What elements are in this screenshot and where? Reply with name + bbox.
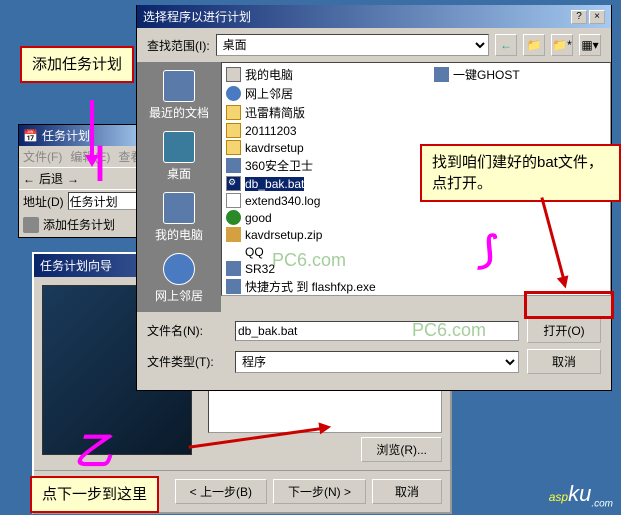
watermark: PC6.com: [272, 250, 346, 271]
title-text: 任务计划: [42, 127, 90, 144]
file-item[interactable]: 我的电脑: [224, 65, 608, 84]
add-task-item[interactable]: 添加任务计划: [19, 212, 147, 237]
place-computer[interactable]: 我的电脑: [141, 188, 217, 247]
file-icon: [226, 158, 241, 173]
squiggle-1: |: [94, 140, 105, 183]
file-icon: [226, 244, 241, 259]
file-item[interactable]: 迅雷精简版: [224, 103, 608, 122]
file-icon: [226, 176, 241, 191]
add-task-icon: [23, 217, 39, 233]
file-icon: [226, 210, 241, 225]
close-icon[interactable]: ×: [589, 10, 605, 24]
file-icon: [226, 86, 241, 101]
window-title: 📅 任务计划: [19, 125, 147, 146]
file-icon: [226, 67, 241, 82]
file-icon: [226, 227, 241, 242]
address-bar: 地址(D): [19, 189, 147, 212]
file-icon: [434, 67, 449, 82]
back-icon[interactable]: ←: [495, 34, 517, 56]
address-label: 地址(D): [23, 193, 64, 210]
place-desktop[interactable]: 桌面: [141, 127, 217, 186]
aspku-logo: aspku.com: [549, 481, 613, 509]
filename-label: 文件名(N):: [147, 322, 227, 339]
callout-next-step: 点下一步到这里: [30, 476, 159, 513]
calendar-icon: 📅: [23, 129, 38, 143]
dialog-title: 选择程序以进行计划: [143, 8, 251, 25]
file-icon: [226, 140, 241, 155]
help-icon[interactable]: ?: [571, 10, 587, 24]
cancel-button[interactable]: 取消: [372, 479, 442, 504]
cancel-button[interactable]: 取消: [527, 349, 601, 374]
toolbar: ← 后退 →: [19, 167, 147, 189]
squiggle-3: ⟆: [478, 228, 493, 273]
places-bar: 最近的文档 桌面 我的电脑 网上邻居: [137, 62, 221, 312]
up-icon[interactable]: 📁: [523, 34, 545, 56]
watermark: PC6.com: [412, 320, 486, 341]
back-icon[interactable]: ←: [23, 172, 35, 186]
lookin-label: 查找范围(I):: [147, 37, 210, 54]
forward-icon[interactable]: →: [67, 172, 79, 186]
file-item[interactable]: 一键GHOST: [432, 65, 522, 84]
squiggle-2: 乙: [74, 420, 112, 475]
file-icon: [226, 105, 241, 120]
file-item[interactable]: 20111203: [224, 122, 608, 139]
new-folder-icon[interactable]: 📁*: [551, 34, 573, 56]
open-button[interactable]: 打开(O): [527, 318, 601, 343]
dialog-title-bar: 选择程序以进行计划 ? ×: [137, 5, 611, 28]
lookin-select[interactable]: 桌面: [216, 34, 489, 56]
callout-find-bat: 找到咱们建好的bat文件，点打开。: [420, 144, 621, 202]
next-button[interactable]: 下一步(N) >: [273, 479, 366, 504]
address-input[interactable]: [68, 192, 143, 210]
file-item[interactable]: 网上邻居: [224, 84, 608, 103]
back-button[interactable]: 后退: [39, 170, 63, 187]
file-icon: [226, 123, 241, 138]
file-icon: [226, 279, 241, 294]
back-button[interactable]: < 上一步(B): [175, 479, 267, 504]
menu-bar[interactable]: 文件(F) 编辑(E) 查看: [19, 146, 147, 167]
filetype-select[interactable]: 程序: [235, 351, 519, 373]
filetype-label: 文件类型(T):: [147, 353, 227, 370]
view-icon[interactable]: ▦▾: [579, 34, 601, 56]
place-network[interactable]: 网上邻居: [141, 249, 217, 308]
task-scheduler-window: 📅 任务计划 文件(F) 编辑(E) 查看 ← 后退 → 地址(D) 添加任务计…: [18, 124, 148, 238]
place-recent[interactable]: 最近的文档: [141, 66, 217, 125]
file-icon: [226, 261, 241, 276]
menu-file[interactable]: 文件(F): [23, 148, 62, 165]
highlight-open-button: [524, 291, 614, 319]
callout-add-task: 添加任务计划: [20, 46, 134, 83]
file-icon: [226, 193, 241, 208]
browse-button[interactable]: 浏览(R)...: [361, 437, 442, 462]
add-task-label: 添加任务计划: [43, 216, 115, 233]
